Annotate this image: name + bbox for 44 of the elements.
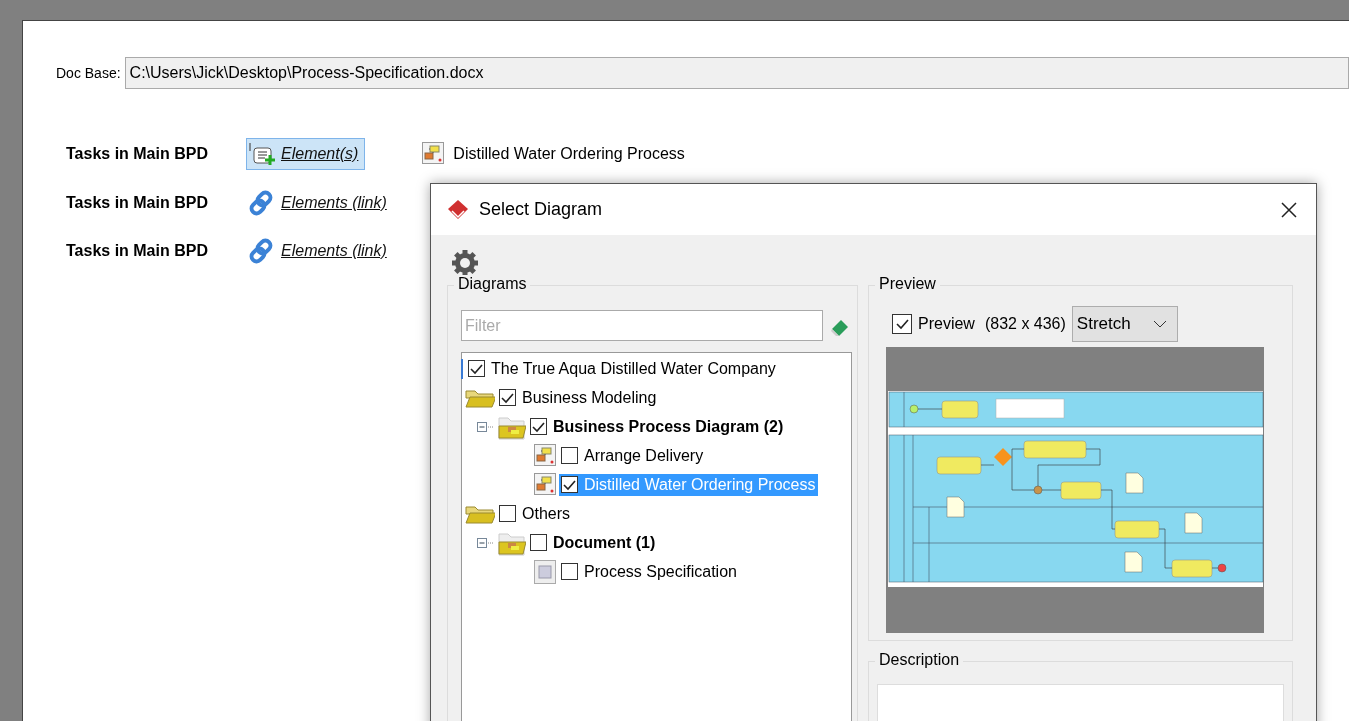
element-link[interactable]: Element(s) (246, 138, 366, 170)
diagram-icon (421, 141, 446, 167)
document-icon (533, 558, 557, 585)
tree-item[interactable]: Business Modeling (497, 386, 660, 409)
tree-item[interactable]: Business Process Diagram (2) (528, 415, 787, 438)
field-label: Doc Base: (56, 65, 121, 81)
tree-item[interactable]: Process Specification (559, 560, 740, 583)
collapse-icon[interactable] (477, 536, 495, 549)
check-icon (894, 317, 910, 331)
checkbox[interactable] (561, 476, 578, 493)
tree-item[interactable]: Others (497, 502, 573, 525)
dialog-title: Select Diagram (479, 199, 604, 220)
tree-item[interactable]: Arrange Delivery (559, 444, 707, 467)
chevron-down-icon (1152, 320, 1167, 328)
checkbox[interactable] (499, 505, 516, 522)
row-label: Tasks in Main BPD (66, 145, 209, 163)
app-logo-icon (447, 198, 469, 221)
row-label: Tasks in Main BPD (66, 242, 209, 260)
filter-field[interactable]: Filter (461, 310, 823, 341)
doc-base-field[interactable]: C:\Users\Jick\Desktop\Process-Specification.docx (124, 57, 1349, 89)
collapse-icon[interactable] (477, 420, 495, 433)
scale-dropdown[interactable]: Stretch (1071, 306, 1178, 342)
diagram-icon (533, 471, 557, 498)
row-label: Tasks in Main BPD (66, 194, 209, 212)
checkbox[interactable] (561, 447, 578, 464)
tree-item[interactable]: The True Aqua Distilled Water Company (466, 357, 779, 380)
settings-icon[interactable] (451, 249, 479, 277)
checkbox[interactable] (468, 360, 485, 377)
element-link[interactable]: Elements (link) (246, 186, 394, 220)
diagram-icon (533, 442, 557, 469)
checkbox[interactable] (892, 314, 912, 334)
checkbox[interactable] (530, 534, 547, 551)
group-title: Diagrams (454, 275, 531, 293)
checkbox[interactable] (530, 418, 547, 435)
element-link[interactable]: Elements (link) (246, 234, 394, 268)
checkbox[interactable] (561, 563, 578, 580)
list-add-icon (249, 142, 277, 166)
group-title: Description (875, 651, 964, 669)
checkbox[interactable] (499, 389, 516, 406)
preview-size: (832 x 436) (984, 315, 1066, 333)
diagram-name: Distilled Water Ordering Process (453, 145, 685, 163)
tree-node-icon (460, 357, 464, 380)
tree-item[interactable]: Document (1) (528, 531, 659, 554)
checkbox-label[interactable]: Preview (918, 315, 975, 333)
